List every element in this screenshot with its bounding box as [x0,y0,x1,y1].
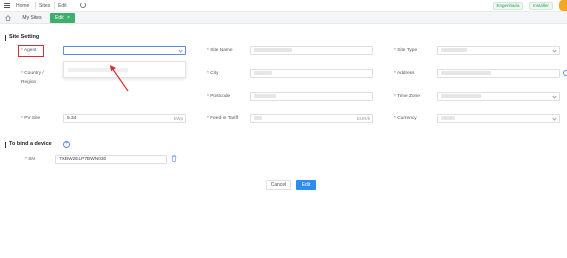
city-input[interactable] [250,69,373,78]
postcode-input[interactable] [250,92,373,101]
agent-label: * Agent [21,48,37,53]
address-label: * Address [394,71,415,76]
breadcrumb-home[interactable]: Home [16,3,29,9]
feed-in-tariff-label: * Feed-in Tariff [207,116,239,121]
top-bar: Home Sites Edit Engenharia Installer [0,0,567,12]
edit-button[interactable]: Edit [296,180,316,190]
tab-my-sites[interactable]: My Sites [17,13,47,23]
country-label: * Country / [21,71,44,76]
breadcrumb-edit: Edit [58,3,67,9]
site-type-select[interactable] [437,46,560,55]
annotation-arrow [110,65,129,92]
sn-value: 7XBW2ELP7BWN030 [59,157,107,162]
site-type-label: * Site Type [394,48,418,53]
breadcrumb-separator [35,2,36,9]
close-icon[interactable]: × [67,15,70,21]
refresh-icon[interactable] [80,2,86,8]
section-marker [5,142,6,148]
currency-select[interactable] [437,114,560,123]
chevron-down-icon [552,94,557,99]
avatar[interactable] [559,0,567,11]
postcode-label: * Postcode [207,94,231,99]
pv-site-label: * PV Site [21,116,41,121]
timezone-label: * Time Zone [394,94,420,99]
cancel-button[interactable]: Cancel [266,180,291,190]
home-icon[interactable] [5,15,11,21]
site-name-label: * Site Name [207,48,233,53]
menu-icon[interactable] [4,3,10,8]
currency-label: * Currency [394,116,417,121]
role-engenharia-button[interactable]: Engenharia [493,2,523,10]
agent-select[interactable] [63,46,186,55]
tab-bar: My Sites Edit × [0,12,567,24]
chevron-down-icon [552,116,557,121]
city-label: * City [207,71,219,76]
sn-input[interactable]: 7XBW2ELP7BWN030 [55,155,167,164]
site-name-input[interactable] [250,46,373,55]
pv-unit: kWp [174,116,183,121]
feed-in-tariff-input[interactable]: EUR/k [250,114,373,123]
tab-edit-label: Edit [55,15,64,21]
chevron-down-icon [178,48,183,53]
add-device-icon[interactable]: + [63,141,70,148]
role-installer-button[interactable]: Installer [529,2,553,10]
tab-edit[interactable]: Edit × [50,13,75,23]
location-icon[interactable] [563,70,567,76]
region-label: Region [21,80,37,85]
trash-icon[interactable] [171,155,177,162]
address-input[interactable] [437,69,560,78]
pv-site-input[interactable]: 5.34 kWp [63,114,186,123]
breadcrumb-separator [54,2,55,9]
section-marker [5,35,6,41]
breadcrumb-sites[interactable]: Sites [39,3,50,9]
section-title-bind-device: To bind a device [9,141,52,147]
tariff-unit: EUR/k [356,116,370,121]
section-title-site-setting: Site Setting [9,34,40,40]
chevron-down-icon [552,48,557,53]
sn-label: * SN [25,157,35,162]
pv-site-value: 5.34 [67,116,77,121]
timezone-select[interactable] [437,92,560,101]
